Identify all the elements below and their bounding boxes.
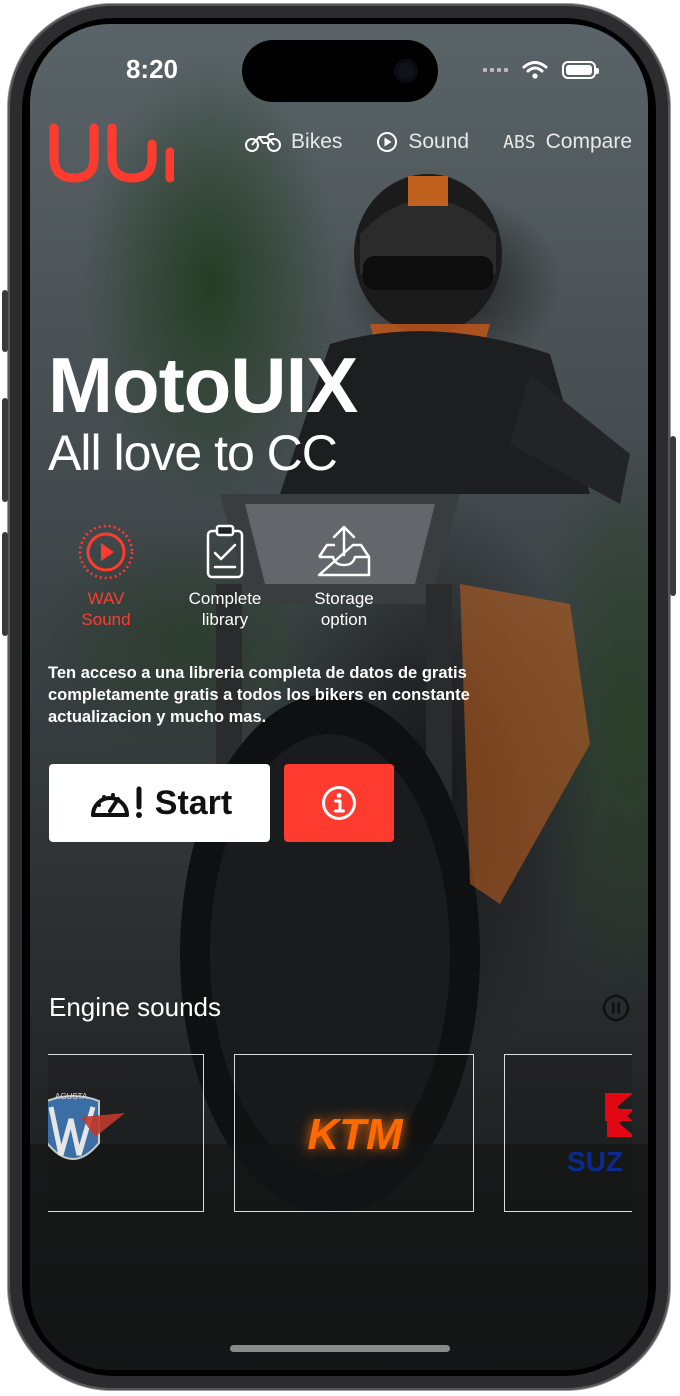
feature-list: WAV Sound Complete library Storage optio… <box>46 522 404 630</box>
brand-card-mv-agusta[interactable]: AGUSTA <box>48 1054 204 1212</box>
speedometer-icon <box>90 786 142 818</box>
play-circle-icon <box>377 132 398 152</box>
info-button[interactable] <box>284 764 394 842</box>
feature-wav-sound[interactable]: WAV Sound <box>46 522 166 630</box>
front-camera <box>394 59 418 83</box>
dynamic-island <box>242 40 438 102</box>
motorcycle-icon <box>245 133 282 152</box>
status-icons <box>483 60 599 80</box>
action-button <box>2 290 8 352</box>
feature-storage-option[interactable]: Storage option <box>284 522 404 630</box>
feature-label: Complete library <box>188 589 262 629</box>
cellular-signal-icon <box>483 68 508 72</box>
info-icon <box>322 786 356 820</box>
feature-complete-library[interactable]: Complete library <box>166 522 284 630</box>
motouix-logo[interactable] <box>48 122 174 186</box>
mv-agusta-logo: AGUSTA <box>48 1092 125 1160</box>
wifi-icon <box>522 61 548 79</box>
brand-card-ktm[interactable]: KTM <box>234 1054 474 1212</box>
ktm-logo: KTM <box>307 1110 404 1159</box>
ktm-logo-text: KTM <box>307 1110 404 1159</box>
description-text: Ten acceso a una libreria completa de da… <box>48 664 470 726</box>
suzuki-logo: SUZ <box>567 1093 632 1177</box>
nav-bikes[interactable]: Bikes <box>245 130 342 154</box>
play-ring-icon <box>78 524 134 580</box>
upload-tray-icon <box>317 525 371 577</box>
volume-down-button <box>2 532 8 636</box>
feature-label: Storage option <box>314 589 374 629</box>
nav-sound[interactable]: Sound <box>376 130 469 154</box>
top-nav: Bikes Sound ABS Compare <box>245 130 632 154</box>
start-label: Start <box>154 783 233 822</box>
clipboard-check-icon <box>206 524 244 579</box>
nav-sound-label: Sound <box>408 130 470 153</box>
home-indicator[interactable] <box>230 1345 450 1352</box>
volume-up-button <box>2 398 8 502</box>
abs-icon: ABS <box>503 131 536 153</box>
status-time: 8:20 <box>125 54 179 84</box>
power-button <box>670 436 676 596</box>
suzuki-logo-text: SUZ <box>567 1146 623 1177</box>
start-button[interactable]: Start <box>49 764 270 842</box>
nav-compare[interactable]: ABS Compare <box>503 130 632 154</box>
brand-card-suzuki[interactable]: SUZ <box>504 1054 632 1212</box>
battery-icon <box>562 61 599 79</box>
nav-compare-label: Compare <box>545 130 632 153</box>
nav-bikes-label: Bikes <box>291 130 343 153</box>
hero-title: MotoUIX <box>48 341 358 429</box>
hero-subtitle: All love to CC <box>48 425 338 481</box>
app-screen: 8:20 Bikes Sound ABS Compare MotoUIX All… <box>30 24 648 1370</box>
brand-carousel: AGUSTA KTM SUZ <box>48 1054 632 1214</box>
mv-agusta-subtext: AGUSTA <box>55 1092 88 1101</box>
pause-icon[interactable] <box>602 994 630 1022</box>
engine-sounds-title: Engine sounds <box>49 992 222 1022</box>
feature-label: WAV Sound <box>81 589 131 629</box>
